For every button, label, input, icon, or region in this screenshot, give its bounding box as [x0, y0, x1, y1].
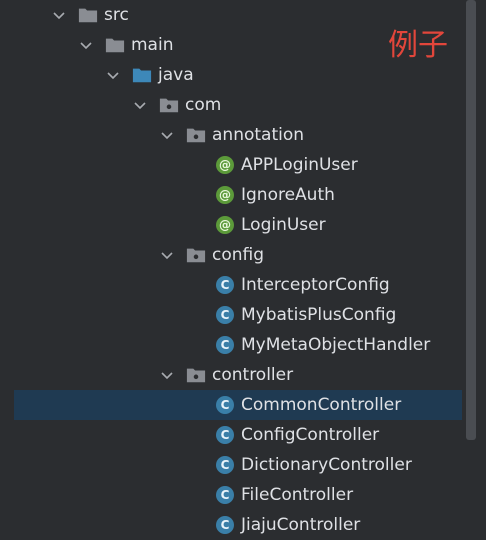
tree-node-label: InterceptorConfig [241, 275, 390, 295]
package-icon [159, 95, 179, 115]
package-icon [186, 125, 206, 145]
overlay-example-text: 例子 [388, 28, 448, 63]
tree-node-config[interactable]: config [0, 240, 470, 270]
chevron-down-icon[interactable] [158, 126, 176, 144]
class-icon: C [215, 515, 235, 535]
package-icon [186, 245, 206, 265]
class-icon: C [215, 485, 235, 505]
tree-node-class[interactable]: C ConfigController [0, 420, 470, 450]
chevron-down-icon[interactable] [50, 6, 68, 24]
vertical-scrollbar[interactable] [466, 0, 476, 440]
tree-node-label: controller [212, 365, 294, 385]
class-icon: C [215, 425, 235, 445]
tree-node-annotation-type[interactable]: @ LoginUser [0, 210, 470, 240]
source-folder-icon [132, 65, 152, 85]
class-icon: C [215, 305, 235, 325]
tree-node-class[interactable]: C DictionaryController [0, 450, 470, 480]
class-icon: C [215, 335, 235, 355]
tree-node-label: CommonController [241, 395, 402, 415]
tree-node-annotation-type[interactable]: @ IgnoreAuth [0, 180, 470, 210]
chevron-down-icon[interactable] [158, 366, 176, 384]
tree-node-label: java [158, 65, 194, 85]
annotation-icon: @ [215, 215, 235, 235]
tree-node-label: MybatisPlusConfig [241, 305, 397, 325]
chevron-down-icon[interactable] [131, 96, 149, 114]
tree-node-label: ConfigController [241, 425, 380, 445]
folder-icon [78, 5, 98, 25]
tree-node-class[interactable]: C InterceptorConfig [0, 270, 470, 300]
tree-node-class[interactable]: C MyMetaObjectHandler [0, 330, 470, 360]
tree-node-class-selected[interactable]: C CommonController [14, 390, 462, 420]
class-icon: C [215, 395, 235, 415]
tree-node-com[interactable]: com [0, 90, 470, 120]
tree-node-label: JiajuController [241, 515, 361, 535]
annotation-icon: @ [215, 155, 235, 175]
tree-node-label: LoginUser [241, 215, 326, 235]
tree-node-class[interactable]: C JiajuController [0, 510, 470, 540]
folder-icon [105, 35, 125, 55]
class-icon: C [215, 455, 235, 475]
project-tree: src main java com annotation @ APPLoginU… [0, 0, 486, 535]
chevron-down-icon[interactable] [77, 36, 95, 54]
tree-node-class[interactable]: C FileController [0, 480, 470, 510]
tree-node-java[interactable]: java [0, 60, 470, 90]
tree-node-label: src [104, 5, 129, 25]
tree-node-class[interactable]: C MybatisPlusConfig [0, 300, 470, 330]
tree-node-label: com [185, 95, 222, 115]
tree-node-controller[interactable]: controller [0, 360, 470, 390]
tree-node-label: APPLoginUser [241, 155, 358, 175]
tree-node-label: config [212, 245, 265, 265]
tree-node-label: DictionaryController [241, 455, 412, 475]
tree-node-label: MyMetaObjectHandler [241, 335, 431, 355]
tree-node-label: FileController [241, 485, 354, 505]
class-icon: C [215, 275, 235, 295]
tree-node-annotation[interactable]: annotation [0, 120, 470, 150]
tree-node-annotation-type[interactable]: @ APPLoginUser [0, 150, 470, 180]
tree-node-label: main [131, 35, 174, 55]
chevron-down-icon[interactable] [104, 66, 122, 84]
package-icon [186, 365, 206, 385]
tree-node-label: annotation [212, 125, 305, 145]
tree-node-label: IgnoreAuth [241, 185, 335, 205]
chevron-down-icon[interactable] [158, 246, 176, 264]
annotation-icon: @ [215, 185, 235, 205]
